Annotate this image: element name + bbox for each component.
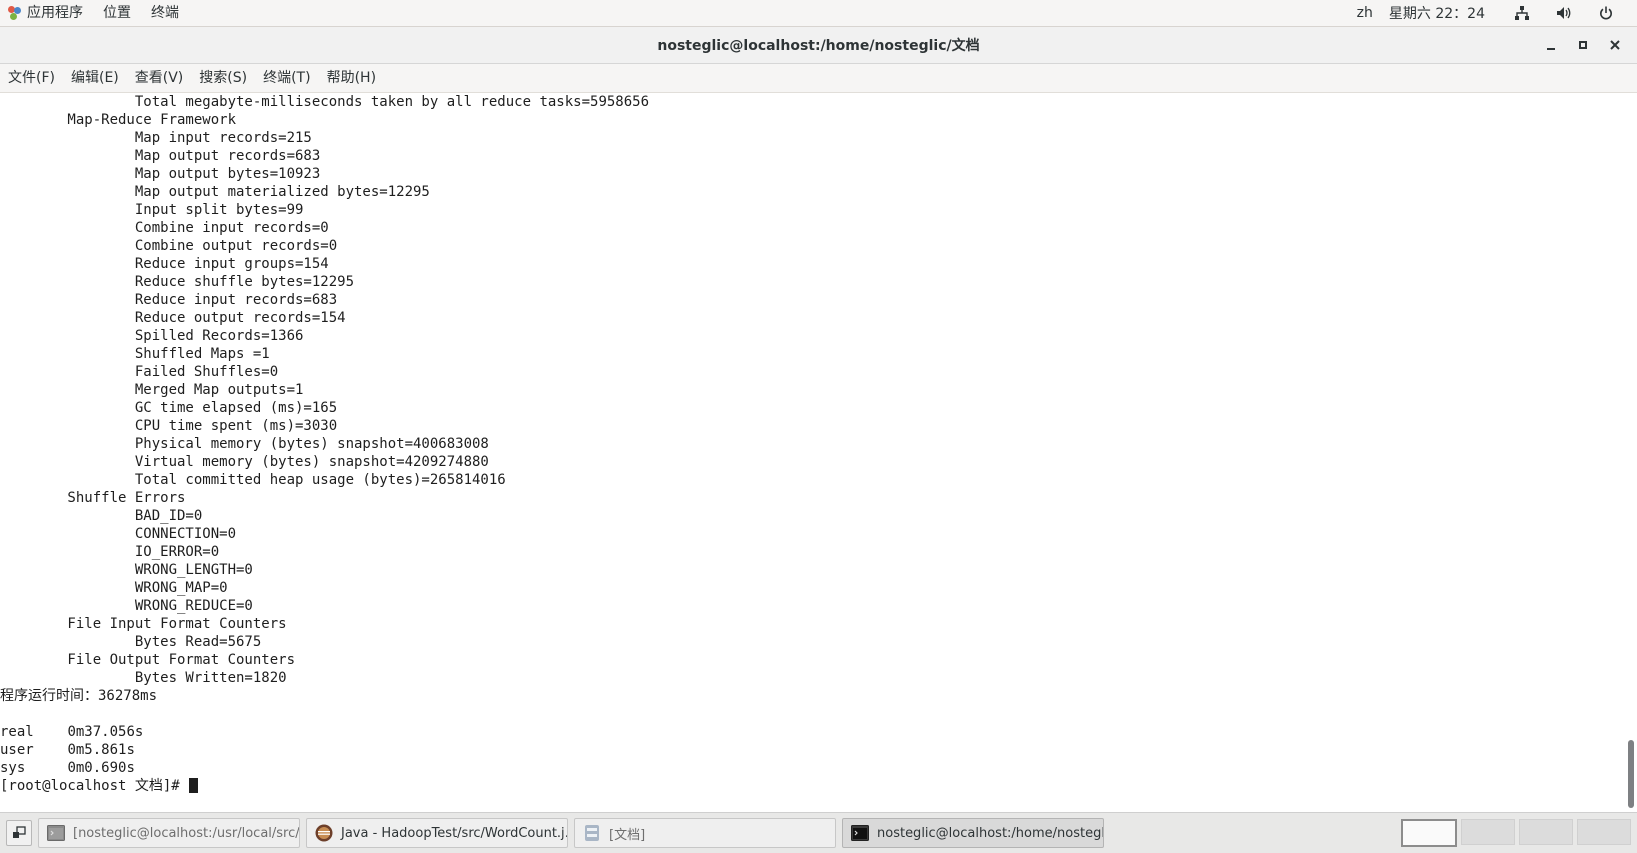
- task-label: Java - HadoopTest/src/WordCount.j…: [341, 825, 568, 841]
- terminal-line: File Input Format Counters: [0, 616, 287, 632]
- workspace-3[interactable]: [1519, 819, 1573, 845]
- terminal-line: Map-Reduce Framework: [0, 112, 237, 128]
- terminal-line: WRONG_REDUCE=0: [0, 598, 253, 614]
- terminal-line: CONNECTION=0: [0, 526, 237, 542]
- task-terminal-home-docs[interactable]: nosteglic@localhost:/home/nostegli…: [842, 818, 1104, 848]
- window-title: nosteglic@localhost:/home/nosteglic/文档: [657, 38, 980, 54]
- terminal-line: WRONG_MAP=0: [0, 580, 228, 596]
- task-label: nosteglic@localhost:/home/nostegli…: [877, 825, 1104, 841]
- terminal-line: Spilled Records=1366: [0, 328, 304, 344]
- text-cursor: [189, 778, 199, 793]
- eclipse-icon: [315, 824, 333, 842]
- places-menu[interactable]: 位置: [93, 0, 141, 26]
- terminal-line: Bytes Written=1820: [0, 670, 287, 686]
- show-desktop-button[interactable]: [6, 820, 32, 846]
- volume-icon[interactable]: [1547, 4, 1581, 22]
- gnome-foot-icon: [8, 6, 22, 20]
- terminal-line: File Output Format Counters: [0, 652, 296, 668]
- terminal-menubar: 文件(F) 编辑(E) 查看(V) 搜索(S) 终端(T) 帮助(H): [0, 64, 1637, 93]
- workspace-1[interactable]: [1401, 819, 1457, 847]
- terminal-line: sys 0m0.690s: [0, 760, 135, 776]
- minimize-icon: [1547, 48, 1555, 50]
- terminal-scrollbar[interactable]: [1625, 93, 1637, 810]
- workspace-2[interactable]: [1461, 819, 1515, 845]
- terminal-line: Combine input records=0: [0, 220, 329, 236]
- file-manager-icon: [585, 825, 599, 841]
- close-button[interactable]: [1599, 31, 1631, 59]
- terminal-line: 程序运行时间：36278ms: [0, 688, 158, 704]
- scrollbar-thumb[interactable]: [1628, 740, 1634, 808]
- menu-view[interactable]: 查看(V): [127, 64, 192, 92]
- show-desktop-icon: [13, 826, 26, 838]
- terminal-line: Map output bytes=10923: [0, 166, 321, 182]
- terminal-app-menu[interactable]: 终端: [141, 0, 189, 26]
- window-list-taskbar: [nosteglic@localhost:/usr/local/src/… Ja…: [0, 812, 1637, 853]
- menu-edit[interactable]: 编辑(E): [63, 64, 127, 92]
- terminal-line: Merged Map outputs=1: [0, 382, 304, 398]
- window-titlebar[interactable]: nosteglic@localhost:/home/nosteglic/文档: [0, 27, 1637, 64]
- menu-terminal[interactable]: 终端(T): [255, 64, 318, 92]
- prompt-line[interactable]: [root@localhost 文档]#: [0, 777, 1625, 795]
- terminal-line: Reduce input groups=154: [0, 256, 329, 272]
- terminal-line: BAD_ID=0: [0, 508, 203, 524]
- task-label: [nosteglic@localhost:/usr/local/src/…: [73, 825, 300, 841]
- terminal-line: Reduce output records=154: [0, 310, 346, 326]
- terminal-line: Total megabyte-milliseconds taken by all…: [0, 94, 650, 110]
- terminal-line: GC time elapsed (ms)=165: [0, 400, 338, 416]
- workspace-4[interactable]: [1577, 819, 1631, 845]
- power-icon[interactable]: [1589, 4, 1623, 22]
- terminal-line: real 0m37.056s: [0, 724, 144, 740]
- network-icon[interactable]: [1505, 4, 1539, 22]
- workspace-switcher: [1397, 819, 1637, 847]
- task-file-manager-docs[interactable]: [文档]: [574, 818, 836, 848]
- terminal-line: user 0m5.861s: [0, 742, 135, 758]
- menu-help[interactable]: 帮助(H): [319, 64, 384, 92]
- terminal-line: Bytes Read=5675: [0, 634, 262, 650]
- terminal-line: Combine output records=0: [0, 238, 338, 254]
- terminal-line: Total committed heap usage (bytes)=26581…: [0, 472, 506, 488]
- task-terminal-usr-local-src[interactable]: [nosteglic@localhost:/usr/local/src/…: [38, 818, 300, 848]
- terminal-line: Input split bytes=99: [0, 202, 304, 218]
- terminal-line: Physical memory (bytes) snapshot=4006830…: [0, 436, 489, 452]
- terminal-output[interactable]: Total megabyte-milliseconds taken by all…: [0, 93, 1625, 810]
- terminal-line: Reduce input records=683: [0, 292, 338, 308]
- terminal-line: Virtual memory (bytes) snapshot=42092748…: [0, 454, 489, 470]
- clock[interactable]: 星期六 22：24: [1381, 3, 1501, 23]
- terminal-line: Shuffle Errors: [0, 490, 186, 506]
- terminal-line: Failed Shuffles=0: [0, 364, 279, 380]
- terminal-line: Map output records=683: [0, 148, 321, 164]
- close-icon: [1610, 40, 1620, 50]
- maximize-icon: [1579, 41, 1587, 49]
- minimize-button[interactable]: [1535, 31, 1567, 59]
- task-label: [文档]: [609, 827, 646, 843]
- terminal-line: Reduce shuffle bytes=12295: [0, 274, 355, 290]
- maximize-button[interactable]: [1567, 31, 1599, 59]
- terminal-line: Map input records=215: [0, 130, 312, 146]
- menu-file[interactable]: 文件(F): [0, 64, 63, 92]
- input-method-indicator[interactable]: zh: [1349, 5, 1381, 21]
- terminal-icon: [47, 825, 65, 841]
- terminal-line: WRONG_LENGTH=0: [0, 562, 253, 578]
- menu-search[interactable]: 搜索(S): [191, 64, 255, 92]
- applications-menu[interactable]: 应用程序: [0, 0, 93, 26]
- task-eclipse-java[interactable]: Java - HadoopTest/src/WordCount.j…: [306, 818, 568, 848]
- shell-prompt: [root@localhost 文档]#: [0, 778, 189, 794]
- terminal-line: CPU time spent (ms)=3030: [0, 418, 338, 434]
- terminal-line: IO_ERROR=0: [0, 544, 220, 560]
- applications-label[interactable]: 应用程序: [27, 0, 93, 26]
- terminal-icon: [851, 825, 869, 841]
- terminal-line: Map output materialized bytes=12295: [0, 184, 430, 200]
- top-panel: 应用程序 位置 终端 zh 星期六 22：24: [0, 0, 1637, 27]
- terminal-line: Shuffled Maps =1: [0, 346, 270, 362]
